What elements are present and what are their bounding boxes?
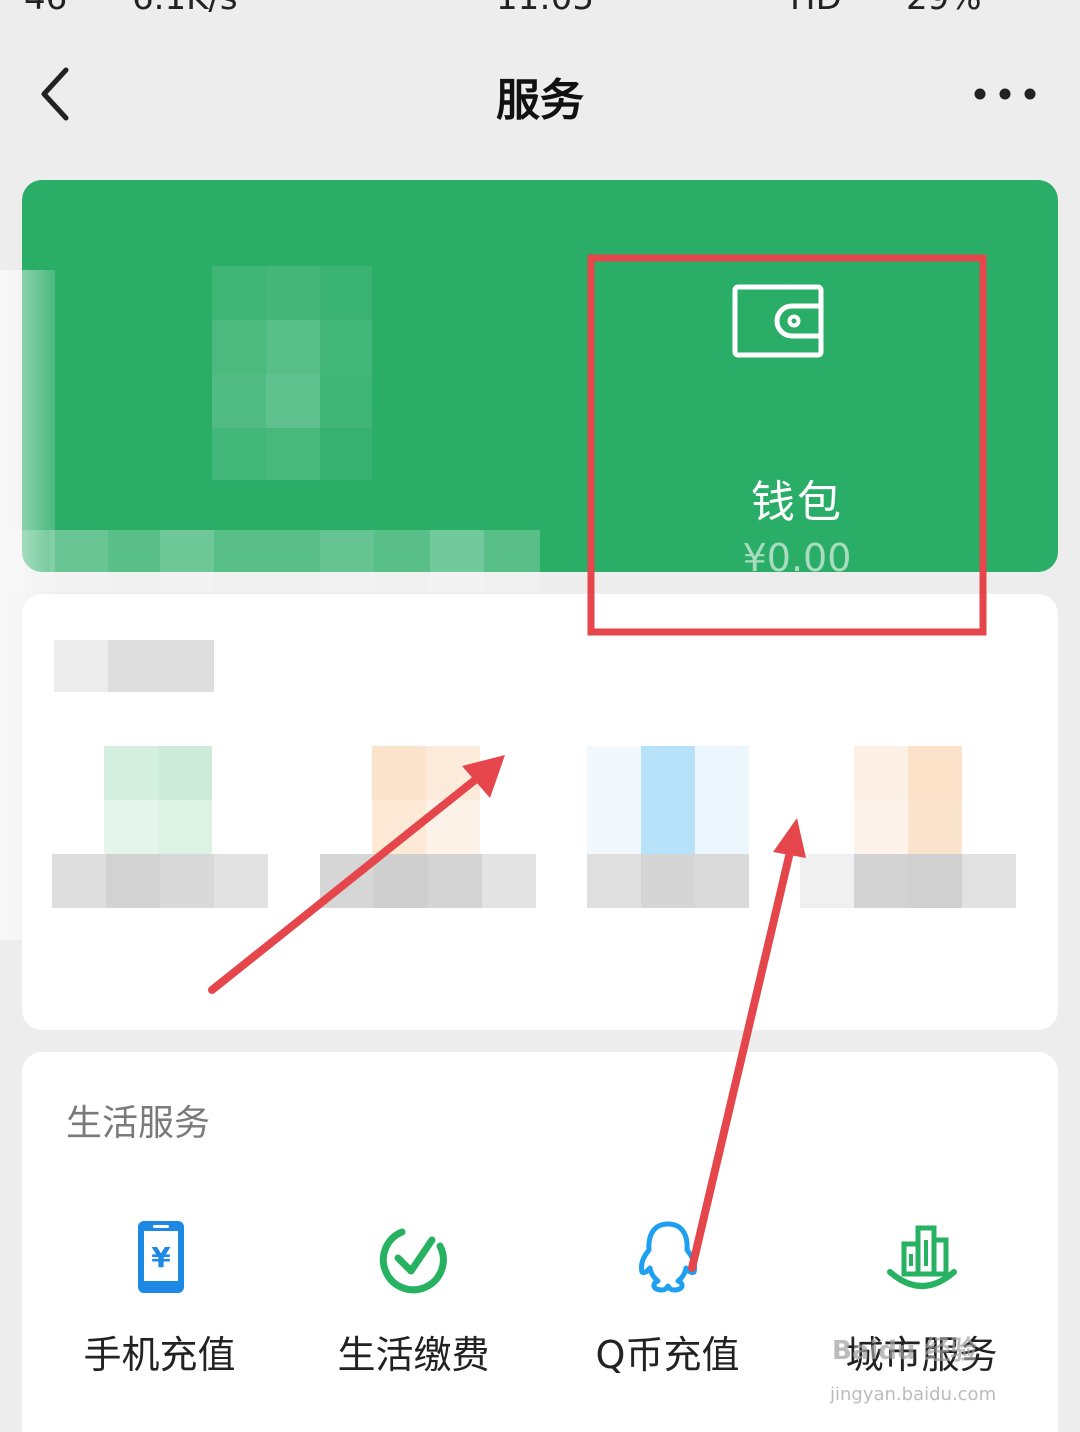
wallet-icon: [732, 284, 824, 358]
clock: 11:05: [496, 0, 594, 18]
phone-yuan-icon: ¥: [137, 1221, 184, 1293]
city-services-button[interactable]: 城市服务: [792, 1212, 1051, 1402]
page-title: 服务: [496, 75, 584, 126]
wallet-card: 钱包 ¥0.00: [22, 180, 1058, 572]
wallet-balance: ¥0.00: [742, 536, 852, 572]
blurred-label: [320, 854, 536, 908]
battery-level: 29%: [906, 0, 982, 18]
signal-indicator: 46: [24, 0, 67, 18]
qq-penguin-icon: [638, 1221, 697, 1293]
service-label: 生活缴费: [337, 1333, 490, 1377]
svg-text:¥: ¥: [151, 1241, 171, 1274]
hd-indicator: HD: [790, 0, 842, 18]
network-speed: 6.1K/s: [132, 0, 238, 18]
service-label: Q币充值: [595, 1333, 740, 1377]
status-bar: 46 6.1K/s 11:05 HD 29%: [0, 0, 1080, 18]
city-buildings-icon: [886, 1225, 957, 1289]
blurred-service-item[interactable]: [800, 746, 1016, 908]
service-label: 手机充值: [83, 1333, 236, 1377]
blurred-icon: [587, 746, 749, 854]
blurred-services-card: [22, 594, 1058, 1030]
qcoin-topup-button[interactable]: Q币充值: [538, 1212, 797, 1402]
blurred-service-item[interactable]: [320, 746, 536, 908]
blurred-icon: [372, 746, 480, 854]
more-dots-icon: [974, 88, 1036, 100]
blurred-icon: [104, 746, 212, 854]
blurred-label: [800, 854, 1016, 908]
blurred-icon: [854, 746, 962, 854]
watermark-url: jingyan.baidu.com: [830, 1384, 997, 1405]
blurred-pay-entry[interactable]: [212, 266, 372, 480]
wallet-label: 钱包: [751, 477, 843, 528]
blurred-service-item[interactable]: [52, 746, 268, 908]
watermark-logo: Baidu 经验: [832, 1336, 977, 1366]
more-options-button[interactable]: [970, 76, 1040, 112]
check-circle-icon: [379, 1228, 447, 1294]
mobile-topup-button[interactable]: ¥ 手机充值: [30, 1212, 289, 1402]
wallet-button[interactable]: 钱包 ¥0.00: [592, 250, 1002, 572]
life-services-card: 生活服务 ¥ 手机充值 生活缴费 Q币充值 城市服务: [22, 1052, 1058, 1432]
blurred-label: [587, 854, 803, 908]
blurred-section-title: [54, 640, 214, 692]
utility-payment-button[interactable]: 生活缴费: [284, 1212, 543, 1402]
navigation-bar: 服务: [0, 40, 1080, 150]
section-title: 生活服务: [66, 1103, 211, 1144]
blurred-label: [52, 854, 268, 908]
blurred-service-item[interactable]: [587, 746, 803, 908]
blur-overlay: [0, 530, 540, 592]
